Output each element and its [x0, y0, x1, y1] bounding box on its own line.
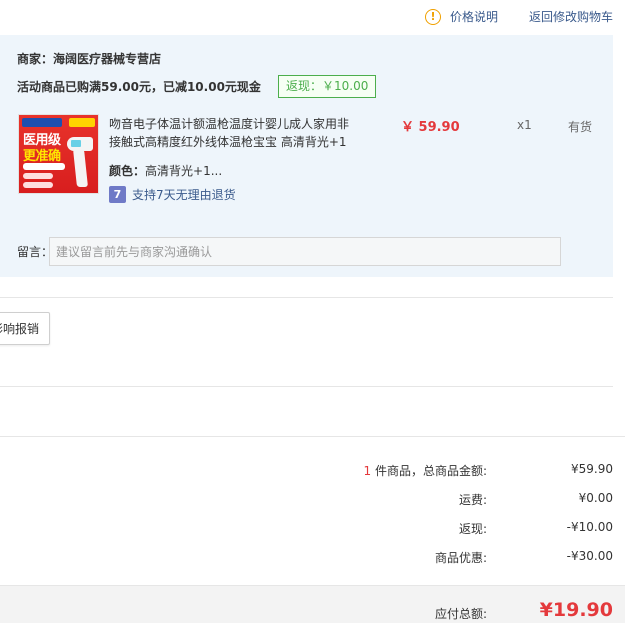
- thumb-ribbon-yellow: [69, 118, 95, 127]
- product-stock-status: 有货: [568, 120, 593, 134]
- return-policy-label[interactable]: 支持7天无理由退货: [132, 186, 236, 203]
- thumb-pill: [23, 182, 53, 188]
- discount-label: 商品优惠:: [434, 551, 487, 565]
- summary-cashback-row: 返现: -¥10.00: [0, 520, 625, 538]
- top-links: ! 价格说明 返回修改购物车: [0, 8, 625, 26]
- items-label-text: 件商品，总商品金额:: [371, 464, 487, 478]
- product-color-label: 颜色：: [109, 164, 146, 178]
- items-total-label: 1 件商品，总商品金额:: [364, 462, 488, 479]
- return-policy[interactable]: 7 支持7天无理由退货: [109, 186, 236, 203]
- discount-value: -¥30.00: [566, 549, 613, 563]
- total-value: ¥19.90: [539, 599, 613, 621]
- summary-shipping-row: 运费: ¥0.00: [0, 491, 625, 509]
- thumb-pill: [23, 163, 65, 170]
- thumb-subheadline: 更准确: [23, 149, 61, 164]
- cashback-label: 返现:: [458, 522, 487, 536]
- product-color-value: 高清背光+1...: [145, 164, 223, 178]
- message-input[interactable]: [49, 237, 561, 266]
- shipping-value: ¥0.00: [578, 491, 613, 505]
- price-info-label[interactable]: 价格说明: [450, 8, 498, 25]
- shipping-label: 运费:: [458, 493, 487, 507]
- total-bar: 应付总额: ¥19.90: [0, 585, 625, 623]
- promo-text: 活动商品已购满59.00元，已减10.00元现金: [17, 80, 261, 94]
- product-thumbnail[interactable]: 医用级 更准确: [18, 114, 99, 194]
- thumb-ribbon: [22, 118, 62, 127]
- thermometer-gun-screen: [71, 140, 81, 147]
- exclamation-circle-icon: !: [425, 8, 441, 25]
- shop-name: 商家：海阔医疗器械专营店: [17, 52, 162, 66]
- shop-order-panel: 商家：海阔医疗器械专营店 活动商品已购满59.00元，已减10.00元现金 返现…: [0, 35, 613, 277]
- divider: [0, 297, 613, 298]
- reimburse-button[interactable]: 影响报销: [0, 312, 50, 345]
- thumb-pill: [23, 173, 53, 179]
- divider: [0, 386, 613, 387]
- cashback-tag: 返现：￥10.00: [278, 75, 377, 98]
- items-total-value: ¥59.90: [571, 462, 613, 476]
- divider: [0, 436, 625, 437]
- product-color: 颜色：高清背光+1...: [109, 162, 222, 179]
- item-count: 1: [363, 464, 372, 478]
- summary-discount-row: 商品优惠: -¥30.00: [0, 549, 625, 567]
- cashback-value: -¥10.00: [566, 520, 613, 534]
- total-label: 应付总额:: [434, 607, 487, 621]
- price-info-link[interactable]: ! 价格说明: [425, 8, 498, 25]
- product-title[interactable]: 吻音电子体温计额温枪温度计婴儿成人家用非接触式高精度红外线体温枪宝宝 高清背光+…: [109, 115, 359, 151]
- product-price: ￥ 59.90: [401, 120, 460, 135]
- message-label: 留言：: [17, 245, 54, 259]
- summary-items-row: 1 件商品，总商品金额: ¥59.90: [0, 462, 625, 480]
- back-to-cart-link[interactable]: 返回修改购物车: [529, 8, 613, 25]
- product-quantity: x1: [517, 118, 532, 132]
- seven-day-return-icon: 7: [109, 186, 126, 203]
